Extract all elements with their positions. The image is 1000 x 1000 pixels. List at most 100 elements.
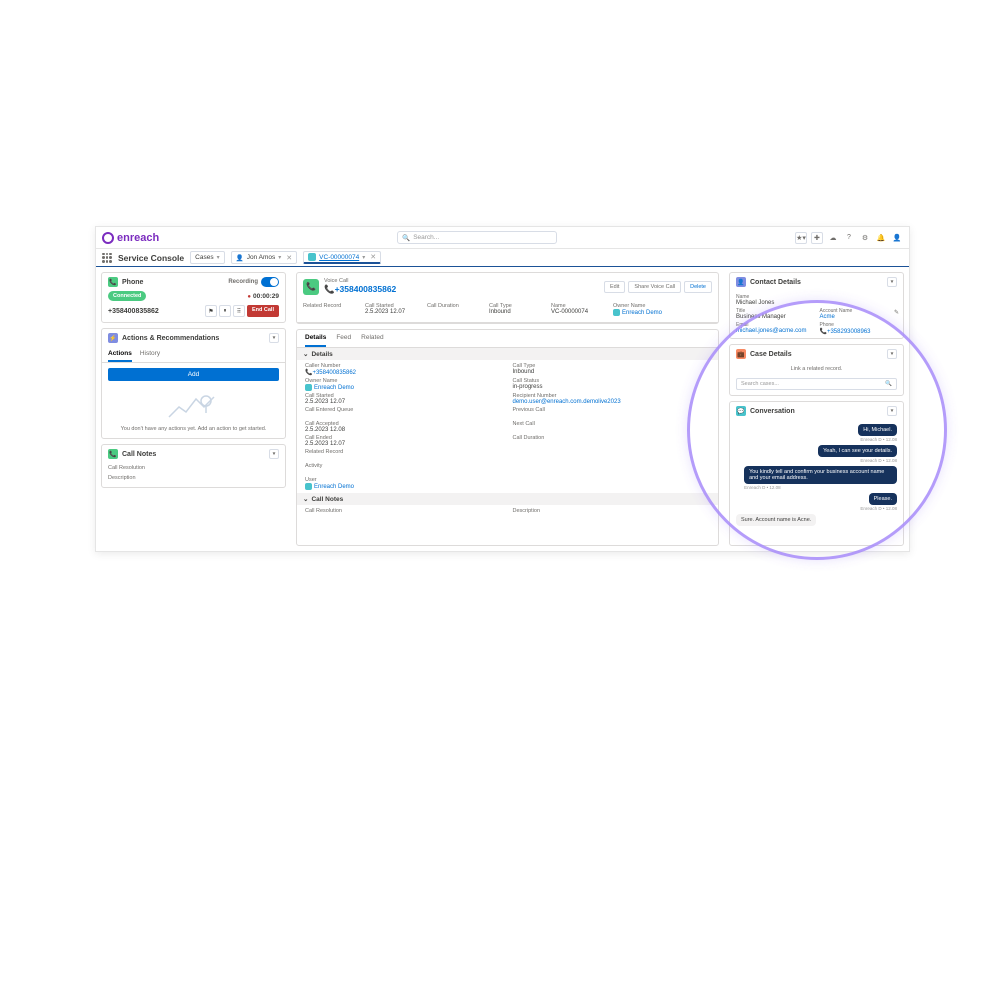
close-icon: ✕ bbox=[370, 253, 376, 261]
phone-card: 📞 Phone Recording Connected ● 00:00:29 +3… bbox=[101, 272, 286, 323]
empty-actions-text: You don't have any actions yet. Add an a… bbox=[102, 426, 285, 438]
case-icon: 💼 bbox=[736, 349, 746, 359]
voice-call-icon: 📞 bbox=[303, 279, 319, 295]
caret-down-icon[interactable]: ▾ bbox=[887, 349, 897, 359]
caret-down-icon[interactable]: ▾ bbox=[887, 406, 897, 416]
actions-icon: ⚡ bbox=[108, 333, 118, 343]
avatar-icon[interactable]: 👤 bbox=[891, 232, 903, 244]
caret-down-icon[interactable]: ▾ bbox=[887, 277, 897, 287]
tab-cases[interactable]: Cases▾ bbox=[190, 251, 224, 264]
phone-icon: 📞 bbox=[108, 277, 118, 287]
email-link[interactable]: michael.jones@acme.com bbox=[736, 328, 814, 334]
app-launcher-icon[interactable] bbox=[102, 253, 112, 263]
search-cases-input[interactable]: Search cases...🔍 bbox=[736, 378, 897, 390]
search-placeholder: Search... bbox=[413, 234, 439, 241]
share-button[interactable]: Share Voice Call bbox=[628, 281, 681, 293]
empty-illustration bbox=[102, 386, 285, 426]
owner-avatar-icon bbox=[613, 309, 620, 316]
record-dot-icon: ● bbox=[247, 294, 251, 300]
call-type-val: Inbound bbox=[489, 309, 543, 315]
app-title: Service Console bbox=[118, 253, 184, 263]
notes-icon: 📞 bbox=[108, 449, 118, 459]
actions-title: Actions & Recommendations bbox=[122, 335, 219, 342]
recording-label: Recording bbox=[228, 279, 258, 285]
chat-message: You kindly tell and confirm your busines… bbox=[744, 466, 897, 490]
global-search[interactable]: 🔍 Search... bbox=[397, 231, 557, 244]
favorite-icon[interactable]: ★▾ bbox=[795, 232, 807, 244]
account-link[interactable]: Acme bbox=[820, 314, 898, 320]
call-notes-card: 📞 Call Notes ▾ Call Resolution Description bbox=[101, 444, 286, 488]
close-icon: ✕ bbox=[286, 254, 292, 262]
phone-link[interactable]: 📞+358293008963 bbox=[820, 328, 898, 335]
brand-name: enreach bbox=[117, 232, 159, 244]
chat-message: Yeah, I can see your details.Enreach D •… bbox=[818, 445, 897, 463]
top-bar: enreach 🔍 Search... ★▾ ✚ ☁ ? ⚙ 🔔 👤 bbox=[96, 227, 909, 249]
caller-number: +358400835862 bbox=[108, 308, 159, 315]
contact-title: Contact Details bbox=[750, 279, 801, 286]
name-val: VC-00000074 bbox=[551, 309, 605, 315]
recording-toggle[interactable] bbox=[261, 277, 279, 287]
chat-message: Hi, Michael.Enreach D • 12.08 bbox=[858, 424, 897, 442]
contact-job-title: Business Manager bbox=[736, 314, 814, 320]
call-notes-title: Call Notes bbox=[122, 451, 156, 458]
edit-button[interactable]: Edit bbox=[604, 281, 625, 293]
chevron-down-icon: ⌄ bbox=[303, 495, 308, 503]
details-section-header[interactable]: ⌄Details bbox=[297, 348, 718, 360]
delete-button[interactable]: Delete bbox=[684, 281, 712, 293]
contact-details-card: 👤Contact Details▾ NameMichael Jones Titl… bbox=[729, 272, 904, 339]
conversation-title: Conversation bbox=[750, 408, 795, 415]
tab-actions[interactable]: Actions bbox=[108, 347, 132, 362]
tab-jon-amos[interactable]: 👤Jon Amos▾✕ bbox=[231, 251, 298, 264]
voice-call-number: 📞+358400835862 bbox=[324, 284, 599, 295]
owner-name-link[interactable]: Enreach Demo bbox=[305, 384, 503, 391]
chevron-down-icon: ▾ bbox=[217, 254, 220, 261]
keypad-button[interactable]: ⠿ bbox=[233, 305, 245, 317]
phone-title: Phone bbox=[122, 279, 143, 286]
connected-badge: Connected bbox=[108, 291, 146, 301]
description-label: Description bbox=[108, 475, 279, 481]
call-started-val: 2.5.2023 12.07 bbox=[365, 309, 419, 315]
chat-icon: 💬 bbox=[736, 406, 746, 416]
edit-pencil-icon[interactable]: ✎ bbox=[894, 309, 899, 316]
cloud-icon[interactable]: ☁ bbox=[827, 232, 839, 244]
search-icon: 🔍 bbox=[885, 381, 892, 387]
voice-call-header-card: 📞 Voice Call 📞+358400835862 Edit Share V… bbox=[296, 272, 719, 324]
chat-message: Sure. Account name is Acne.+358400835862… bbox=[736, 514, 816, 526]
call-timer: 00:00:29 bbox=[253, 293, 279, 300]
help-icon[interactable]: ? bbox=[843, 232, 855, 244]
contact-icon: 👤 bbox=[736, 277, 746, 287]
end-call-button[interactable]: End Call bbox=[247, 305, 279, 317]
tab-feed[interactable]: Feed bbox=[336, 330, 351, 347]
chevron-down-icon: ⌄ bbox=[303, 350, 308, 358]
add-action-button[interactable]: Add bbox=[108, 368, 279, 381]
brand-logo: enreach bbox=[102, 232, 159, 244]
voicecall-icon bbox=[308, 253, 316, 261]
caller-number-link[interactable]: 📞+358400835862 bbox=[305, 369, 503, 376]
pause-button[interactable]: ⏸ bbox=[219, 305, 231, 317]
conversation-card: 💬 Conversation ▾ Hi, Michael.Enreach D • 1… bbox=[729, 401, 904, 546]
user-link[interactable]: Enreach Demo bbox=[305, 483, 503, 490]
settings-icon[interactable]: ⚙ bbox=[859, 232, 871, 244]
search-icon: 🔍 bbox=[402, 234, 410, 242]
recipient-link[interactable]: demo.user@enreach.com.demolive2023 bbox=[513, 399, 711, 405]
logo-icon bbox=[102, 232, 114, 244]
add-icon[interactable]: ✚ bbox=[811, 232, 823, 244]
details-card: Details Feed Related ⌄Details Caller Num… bbox=[296, 329, 719, 546]
case-details-card: 💼Case Details▾ Link a related record. Se… bbox=[729, 344, 904, 396]
tab-voice-call[interactable]: VC-00000074▾✕ bbox=[303, 251, 381, 264]
caret-down-icon[interactable]: ▾ bbox=[269, 449, 279, 459]
call-notes-section-header[interactable]: ⌄Call Notes bbox=[297, 493, 718, 505]
case-title: Case Details bbox=[750, 351, 792, 358]
tab-details[interactable]: Details bbox=[305, 330, 326, 347]
nav-bar: Service Console Cases▾ 👤Jon Amos▾✕ VC-00… bbox=[96, 249, 909, 267]
resolution-label: Call Resolution bbox=[108, 465, 279, 471]
owner-link[interactable]: Enreach Demo bbox=[613, 309, 667, 316]
notifications-icon[interactable]: 🔔 bbox=[875, 232, 887, 244]
contact-name: Michael Jones bbox=[736, 300, 897, 306]
flag-button[interactable]: ⚑ bbox=[205, 305, 217, 317]
actions-card: ⚡ Actions & Recommendations ▾ Actions Hist… bbox=[101, 328, 286, 439]
tab-related[interactable]: Related bbox=[361, 330, 383, 347]
caret-down-icon[interactable]: ▾ bbox=[269, 333, 279, 343]
chat-message: Please.Enreach D • 12.08 bbox=[860, 493, 897, 511]
tab-history[interactable]: History bbox=[140, 347, 160, 362]
